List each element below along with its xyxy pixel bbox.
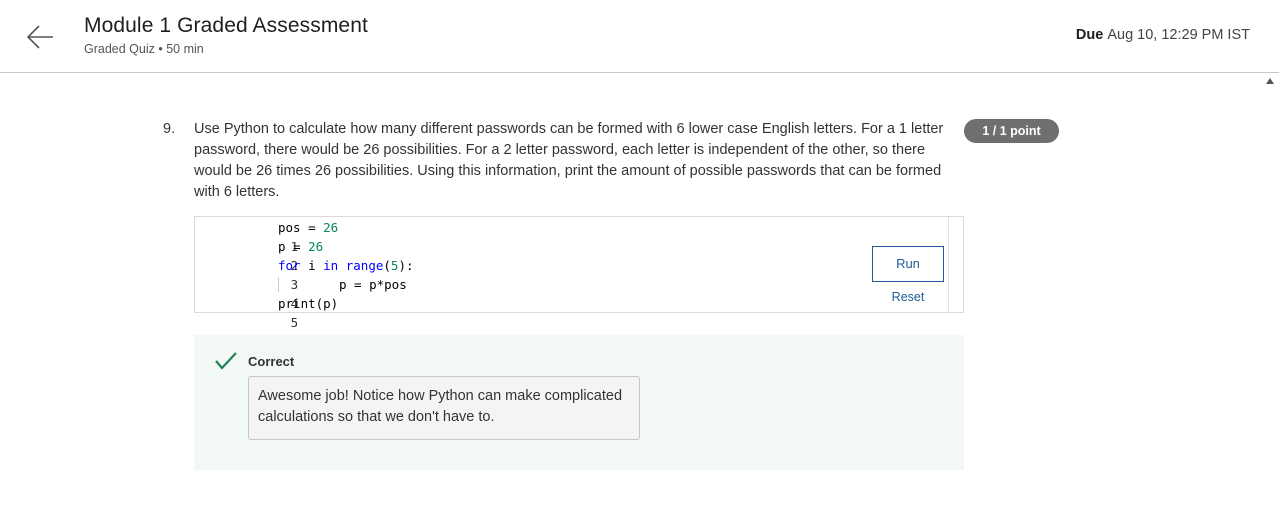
page-subtitle: Graded Quiz • 50 min bbox=[84, 42, 204, 56]
due-date: Due Aug 10, 12:29 PM IST bbox=[1076, 27, 1250, 43]
code-line: 1 pos = 26 bbox=[195, 218, 338, 254]
line-number: 5 bbox=[290, 315, 299, 330]
question-text: Use Python to calculate how many differe… bbox=[194, 121, 944, 200]
code-line: 3 for i in range(5): bbox=[195, 256, 414, 292]
feedback-status: Correct bbox=[248, 354, 295, 369]
code-token: in bbox=[323, 258, 339, 273]
code-editor-scrollbar[interactable] bbox=[948, 217, 963, 312]
code-text: for i in range(5): bbox=[278, 256, 414, 275]
code-editor[interactable]: 1 pos = 26 2 p = 26 3 for i in range(5):… bbox=[194, 216, 964, 330]
code-token: pos bbox=[278, 220, 301, 235]
checkmark-icon bbox=[215, 352, 237, 370]
code-token: ( bbox=[383, 258, 391, 273]
page-title: Module 1 Graded Assessment bbox=[84, 14, 368, 37]
run-button[interactable]: Run bbox=[872, 246, 944, 282]
code-token: 26 bbox=[308, 239, 324, 254]
code-text: print(p) bbox=[278, 296, 339, 311]
code-token: = bbox=[285, 239, 309, 254]
arrow-left-icon bbox=[26, 25, 53, 49]
code-token: p bbox=[278, 239, 286, 254]
indent-guide bbox=[278, 277, 279, 292]
code-token: for bbox=[278, 258, 301, 273]
code-token: 26 bbox=[323, 220, 339, 235]
due-label: Due bbox=[1075, 27, 1104, 43]
code-token: = bbox=[300, 220, 324, 235]
code-line: 5 print(p) bbox=[195, 294, 338, 330]
code-text: p = p*pos bbox=[339, 277, 407, 292]
feedback-message: Awesome job! Notice how Python can make … bbox=[248, 376, 640, 440]
question-number: 9. bbox=[163, 121, 176, 137]
code-line: 2 p = 26 bbox=[195, 237, 323, 273]
page-header: Module 1 Graded Assessment Graded Quiz •… bbox=[0, 0, 1279, 73]
code-line: 4 p = p*pos bbox=[195, 275, 407, 311]
scroll-up-arrow-icon[interactable] bbox=[1266, 78, 1274, 84]
due-value: Aug 10, 12:29 PM IST bbox=[1107, 27, 1250, 43]
title-block: Module 1 Graded Assessment Graded Quiz •… bbox=[84, 14, 368, 56]
code-text: p = 26 bbox=[278, 237, 323, 256]
code-token: i bbox=[300, 258, 324, 273]
back-button[interactable] bbox=[24, 22, 56, 52]
page-scrollbar[interactable] bbox=[1262, 73, 1279, 516]
points-badge: 1 / 1 point bbox=[964, 119, 1059, 143]
code-lines: 1 pos = 26 2 p = 26 3 for i in range(5):… bbox=[195, 218, 414, 330]
feedback-panel: Correct Awesome job! Notice how Python c… bbox=[194, 335, 964, 470]
code-token: ): bbox=[398, 258, 414, 273]
reset-link[interactable]: Reset bbox=[872, 290, 944, 304]
code-token: range bbox=[345, 258, 384, 273]
code-text: pos = 26 bbox=[278, 218, 338, 237]
